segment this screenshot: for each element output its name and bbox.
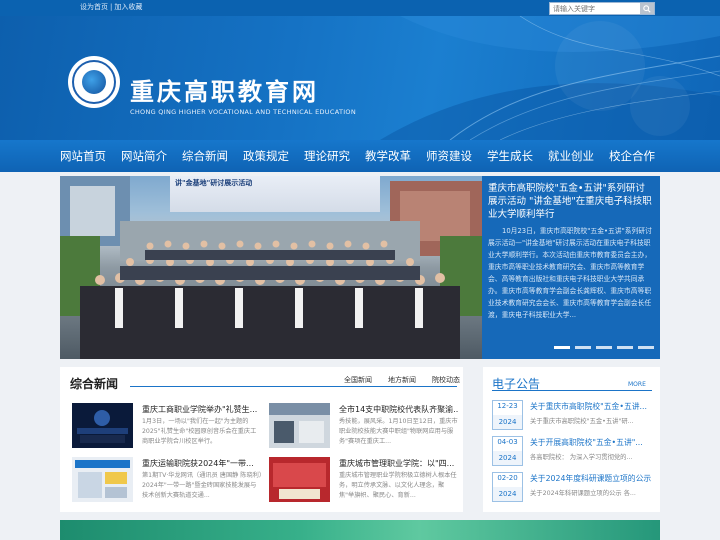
notice-date-day: 12-23 [497, 402, 518, 410]
news-slider: 讲"金基地"研讨展示活动 重庆市高职院校"五金•五讲"系列研讨展示活动 "讲金基… [60, 176, 660, 359]
nav-item-cooperation[interactable]: 校企合作 [609, 148, 655, 164]
news-panel: 综合新闻 全国新闻 地方新闻 院校动态 重庆工商职业学院举办"礼赞生... 1月… [60, 367, 463, 512]
nav-item-faculty[interactable]: 师资建设 [426, 148, 472, 164]
slider-dot[interactable] [575, 346, 591, 349]
notice-panel: 电子公告 MORE 12-23 2024 关于重庆市高职院校"五金•五讲... … [483, 367, 660, 512]
news-card-summary: 第1期TV·华龙网讯（通讯员 唐国静 陈晓利）2024年"一带一路"暨金砖国家技… [142, 472, 262, 499]
nav-item-home[interactable]: 网站首页 [60, 148, 106, 164]
tab-national-news[interactable]: 全国新闻 [344, 375, 372, 385]
nav-item-news[interactable]: 综合新闻 [182, 148, 228, 164]
notice-date-year: 2024 [493, 451, 522, 465]
news-card-summary: 1月3日，一场以"我们在一起"为主题的2025"礼赞生命"校园原创音乐会在重庆工… [142, 418, 257, 445]
notice-excerpt: 关于重庆市高职院校"五金•五讲"研... [530, 418, 634, 425]
add-favorite-link[interactable]: 加入收藏 [114, 3, 142, 11]
logo-emblem [82, 70, 106, 94]
news-card[interactable]: 重庆运输职院获2024年"一带... 第1期TV·华龙网讯（通讯员 唐国静 陈晓… [72, 457, 262, 503]
notice-excerpt: 各高职院校： 为深入学习贯彻党的... [530, 454, 633, 461]
slider-dot[interactable] [617, 346, 633, 349]
news-card-title[interactable]: 重庆工商职业学院举办"礼赞生... [142, 404, 262, 415]
nav-item-teaching-reform[interactable]: 教学改革 [365, 148, 411, 164]
search-button[interactable] [640, 3, 654, 14]
main-nav: 网站首页 网站简介 综合新闻 政策规定 理论研究 教学改革 师资建设 学生成长 … [0, 140, 720, 172]
notice-item[interactable]: 02-20 2024 关于2024年度科研课题立项的公示 关于2024年科研课题… [492, 472, 656, 504]
bottom-promo-banner[interactable] [60, 520, 660, 540]
notice-date: 04-03 2024 [492, 436, 523, 466]
notice-date: 02-20 2024 [492, 472, 523, 502]
notice-date-day: 04-03 [497, 438, 518, 446]
slider-dot[interactable] [596, 346, 612, 349]
site-logo[interactable] [68, 56, 120, 108]
notice-item[interactable]: 12-23 2024 关于重庆市高职院校"五金•五讲... 关于重庆市高职院校"… [492, 400, 656, 432]
nav-item-about[interactable]: 网站简介 [121, 148, 167, 164]
slider-dots [554, 346, 659, 349]
slide-caption: 重庆市高职院校"五金•五讲"系列研讨展示活动 "讲金基地"在重庆电子科技职业大学… [482, 176, 660, 359]
nav-item-policy[interactable]: 政策规定 [243, 148, 289, 164]
notice-title[interactable]: 关于重庆市高职院校"五金•五讲... [530, 401, 656, 412]
site-subtitle: CHONG QING HIGHER VOCATIONAL AND TECHNIC… [130, 108, 357, 116]
top-links: 设为首页 | 加入收藏 [80, 2, 144, 12]
news-card-title[interactable]: 重庆运输职院获2024年"一带... [142, 458, 262, 469]
site-banner: 重庆高职教育网 CHONG QING HIGHER VOCATIONAL AND… [0, 16, 720, 140]
slide-photo[interactable]: 讲"金基地"研讨展示活动 [60, 176, 482, 359]
news-tabs: 全国新闻 地方新闻 院校动态 [344, 375, 476, 385]
nav-item-employment[interactable]: 就业创业 [548, 148, 594, 164]
slider-dot[interactable] [638, 346, 654, 349]
tab-school-news[interactable]: 院校动态 [432, 375, 460, 385]
news-thumbnail [72, 403, 133, 448]
notice-more-link[interactable]: MORE [628, 381, 646, 388]
news-card-title[interactable]: 全市14支中职院校代表队齐聚渝... [339, 404, 459, 415]
notice-excerpt: 关于2024年科研课题立项的公示 各... [530, 490, 636, 497]
nav-item-theory[interactable]: 理论研究 [304, 148, 350, 164]
notice-date: 12-23 2024 [492, 400, 523, 430]
news-card-summary: 重庆城市管理职业学院积极立德树人根本任务，明立传承文脉、以文化人理念，聚焦"举旗… [339, 472, 457, 499]
news-divider [130, 386, 457, 387]
news-thumbnail [269, 403, 330, 448]
notice-date-day: 02-20 [497, 474, 518, 482]
photo-event-banner-text: 讲"金基地"研讨展示活动 [175, 179, 253, 187]
slide-title[interactable]: 重庆市高职院校"五金•五讲"系列研讨展示活动 "讲金基地"在重庆电子科技职业大学… [488, 182, 654, 221]
news-thumbnail [72, 457, 133, 502]
notice-date-year: 2024 [493, 487, 522, 501]
tab-local-news[interactable]: 地方新闻 [388, 375, 416, 385]
news-thumbnail [269, 457, 330, 502]
top-link-separator: | [110, 3, 113, 11]
notice-title[interactable]: 关于开展高职院校"五金•五讲"... [530, 437, 656, 448]
notice-title[interactable]: 关于2024年度科研课题立项的公示 [530, 473, 656, 484]
search-input[interactable] [550, 3, 640, 14]
notice-item[interactable]: 04-03 2024 关于开展高职院校"五金•五讲"... 各高职院校： 为深入… [492, 436, 656, 468]
site-title: 重庆高职教育网 [130, 77, 319, 106]
nav-item-students[interactable]: 学生成长 [487, 148, 533, 164]
logo-ring [72, 60, 116, 104]
news-card-title[interactable]: 重庆城市管理职业学院：以"四... [339, 458, 459, 469]
notice-date-year: 2024 [493, 415, 522, 429]
set-homepage-link[interactable]: 设为首页 [80, 3, 108, 11]
news-card-summary: 秀技能，展风采。1月10日至12日，重庆市职业院校技能大赛中职组"物联网应用与服… [339, 418, 458, 445]
top-utility-bar: 设为首页 | 加入收藏 [0, 0, 720, 16]
notice-divider [492, 390, 652, 391]
slide-body: 10月23日，重庆市高职院校"五金•五讲"系列研讨展示活动—"讲金基地"研讨展示… [488, 227, 652, 319]
search-icon [643, 4, 651, 13]
news-heading: 综合新闻 [70, 377, 119, 391]
news-card[interactable]: 重庆工商职业学院举办"礼赞生... 1月3日，一场以"我们在一起"为主题的202… [72, 403, 262, 449]
news-card[interactable]: 全市14支中职院校代表队齐聚渝... 秀技能，展风采。1月10日至12日，重庆市… [269, 403, 459, 449]
news-card[interactable]: 重庆城市管理职业学院：以"四... 重庆城市管理职业学院积极立德树人根本任务，明… [269, 457, 459, 503]
search-box [549, 2, 655, 15]
slider-dot[interactable] [554, 346, 570, 349]
